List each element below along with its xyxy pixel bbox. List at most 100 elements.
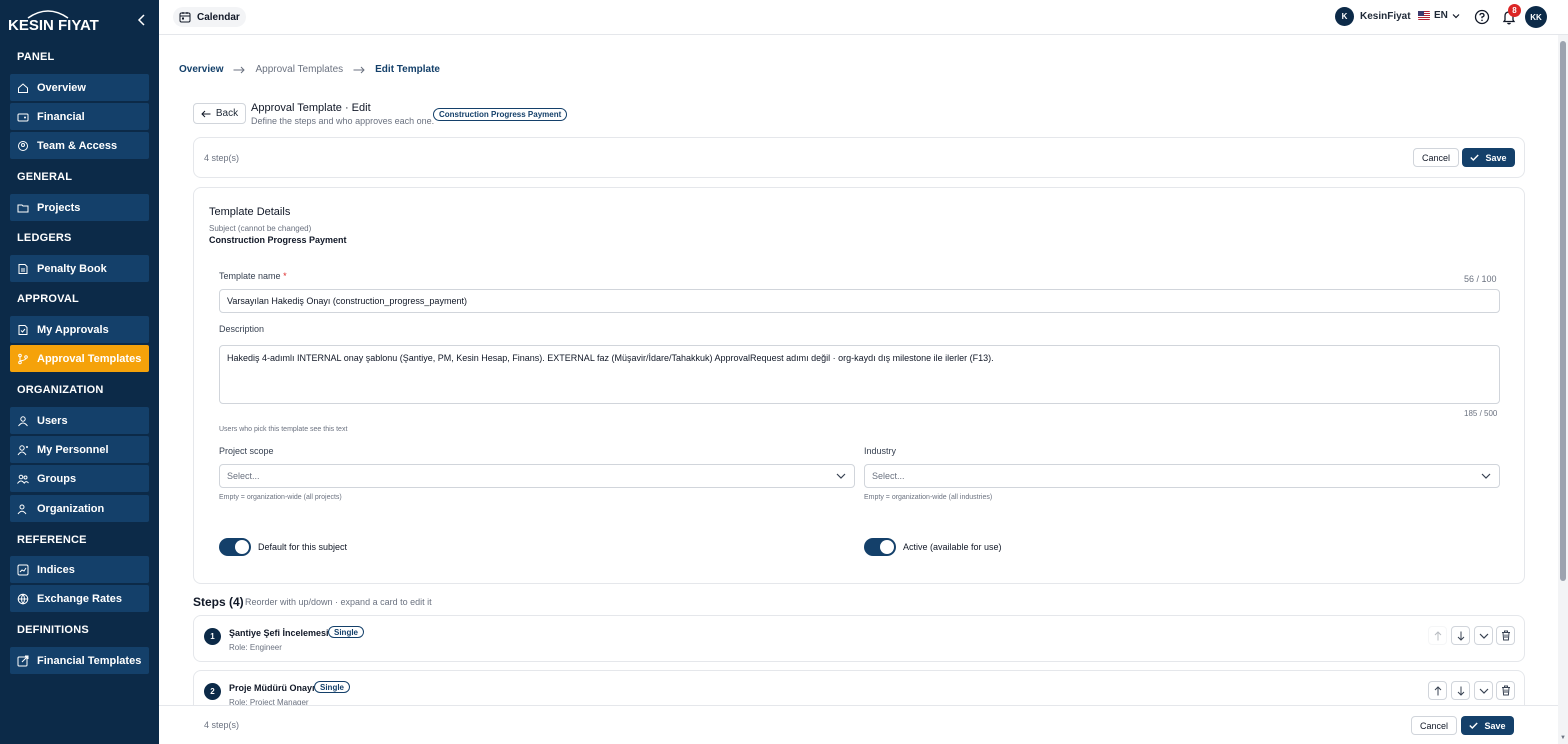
collapse-sidebar-icon[interactable] bbox=[134, 12, 148, 28]
user-menu[interactable]: K KesinFiyat bbox=[1335, 7, 1411, 26]
active-toggle[interactable] bbox=[864, 538, 896, 556]
cancel-button[interactable]: Cancel bbox=[1411, 716, 1457, 735]
team-icon bbox=[18, 140, 28, 151]
sidebar-item-my-personnel[interactable]: My Personnel bbox=[10, 436, 149, 463]
project-scope-placeholder: Select... bbox=[227, 471, 260, 481]
help-icon[interactable] bbox=[1474, 9, 1490, 28]
project-scope-hint: Empty = organization-wide (all projects) bbox=[219, 494, 342, 501]
sidebar-item-indices[interactable]: Indices bbox=[10, 556, 149, 583]
sidebar-item-label: Financial Templates bbox=[37, 654, 142, 667]
folder-icon bbox=[17, 204, 29, 212]
default-label: Default for this subject bbox=[258, 542, 348, 552]
approvals-icon bbox=[18, 324, 28, 335]
top-bar: Calendar K KesinFiyat EN 8 KK bbox=[159, 0, 1568, 35]
industry-placeholder: Select... bbox=[872, 471, 905, 481]
breadcrumb-edit-template: Edit Template bbox=[375, 64, 440, 75]
sidebar-item-projects[interactable]: Projects bbox=[10, 194, 149, 221]
org-avatar: K bbox=[1335, 7, 1354, 26]
move-down-button[interactable] bbox=[1451, 626, 1470, 645]
scroll-down-icon[interactable]: ▼ bbox=[1560, 735, 1566, 741]
arrow-right-icon bbox=[233, 66, 246, 73]
default-toggle[interactable] bbox=[219, 538, 251, 556]
expand-step-button[interactable] bbox=[1474, 681, 1493, 700]
sidebar-item-label: Organization bbox=[37, 502, 105, 515]
arrow-down-icon bbox=[1457, 631, 1464, 641]
template-name-input[interactable]: Varsayılan Hakediş Onayı (construction_p… bbox=[219, 289, 1500, 313]
sidebar-item-financial-templates[interactable]: Financial Templates bbox=[10, 647, 149, 674]
user-name: KesinFiyat bbox=[1360, 11, 1411, 22]
sidebar-item-label: My Personnel bbox=[37, 443, 109, 456]
save-button[interactable]: Save bbox=[1461, 716, 1514, 735]
chevron-down-icon bbox=[836, 473, 846, 479]
arrow-down-icon bbox=[1457, 686, 1464, 696]
description-textarea[interactable]: Hakediş 4-adımlı INTERNAL onay şablonu (… bbox=[219, 345, 1500, 404]
logo-mark-icon: KESIN FIYAT bbox=[8, 10, 99, 34]
section-label-general: GENERAL bbox=[17, 171, 73, 183]
sticky-action-bar: 4 step(s) Cancel Save bbox=[159, 705, 1558, 744]
description-hint: Users who pick this template see this te… bbox=[219, 426, 348, 433]
sidebar-item-approval-templates[interactable]: Approval Templates bbox=[10, 345, 149, 372]
page-title: Approval Template · Edit bbox=[251, 102, 371, 114]
sidebar-item-organization[interactable]: Organization bbox=[10, 495, 149, 522]
subject-value: Construction Progress Payment bbox=[209, 235, 347, 245]
avatar[interactable]: KK bbox=[1525, 6, 1547, 28]
notification-badge: 8 bbox=[1508, 4, 1521, 17]
trash-icon bbox=[1501, 685, 1510, 696]
branch-icon bbox=[18, 353, 28, 364]
page-scrollbar[interactable]: ▼ bbox=[1558, 35, 1568, 744]
cancel-button[interactable]: Cancel bbox=[1413, 148, 1459, 167]
sidebar-item-label: Overview bbox=[37, 81, 86, 94]
move-up-button[interactable] bbox=[1428, 681, 1447, 700]
sidebar-item-team-access[interactable]: Team & Access bbox=[10, 132, 149, 159]
arrow-up-icon bbox=[1434, 685, 1441, 695]
sidebar-item-financial[interactable]: Financial bbox=[10, 103, 149, 130]
language-selector[interactable]: EN bbox=[1418, 10, 1460, 21]
expand-step-button[interactable] bbox=[1474, 626, 1493, 645]
section-label-reference: REFERENCE bbox=[17, 534, 87, 546]
delete-step-button[interactable] bbox=[1496, 681, 1515, 700]
move-down-button[interactable] bbox=[1451, 681, 1470, 700]
industry-hint: Empty = organization-wide (all industrie… bbox=[864, 494, 993, 501]
chevron-down-icon bbox=[1452, 13, 1460, 18]
delete-step-button[interactable] bbox=[1496, 626, 1515, 645]
chevron-down-icon bbox=[1479, 633, 1488, 639]
project-scope-select[interactable]: Select... bbox=[219, 464, 855, 488]
scrollbar-thumb[interactable] bbox=[1560, 41, 1566, 581]
step-count: 4 step(s) bbox=[204, 720, 240, 730]
sidebar-item-label: Groups bbox=[37, 472, 77, 485]
save-button[interactable]: Save bbox=[1462, 148, 1515, 167]
back-button[interactable]: Back bbox=[193, 103, 246, 124]
sidebar-item-groups[interactable]: Groups bbox=[10, 465, 149, 492]
sidebar-item-label: Projects bbox=[37, 201, 81, 214]
sidebar-item-overview[interactable]: Overview bbox=[10, 74, 149, 101]
us-flag-icon bbox=[1418, 11, 1430, 20]
step-card[interactable]: 1 Şantiye Şefi İncelemesi Single Role: E… bbox=[193, 615, 1525, 662]
calendar-button[interactable]: Calendar bbox=[173, 7, 246, 27]
breadcrumb-approval-templates[interactable]: Approval Templates bbox=[255, 64, 343, 75]
sidebar-item-label: Approval Templates bbox=[37, 352, 142, 365]
globe-icon bbox=[17, 593, 29, 605]
app-logo[interactable]: KESIN FIYAT bbox=[8, 8, 126, 34]
calendar-label: Calendar bbox=[197, 11, 240, 23]
org-icon bbox=[17, 504, 27, 514]
sidebar-item-penalty-book[interactable]: Penalty Book bbox=[10, 255, 149, 282]
sidebar-item-label: Team & Access bbox=[37, 139, 118, 152]
chart-icon bbox=[17, 564, 29, 575]
section-label-approval: APPROVAL bbox=[17, 293, 79, 305]
move-up-button[interactable] bbox=[1428, 626, 1447, 645]
section-label-panel: PANEL bbox=[17, 51, 55, 63]
template-name-label-text: Template name bbox=[219, 271, 281, 281]
sidebar-item-my-approvals[interactable]: My Approvals bbox=[10, 316, 149, 343]
steps-hint: Reorder with up/down · expand a card to … bbox=[245, 597, 432, 607]
subject-label: Subject (cannot be changed) bbox=[209, 224, 312, 233]
arrow-right-icon bbox=[353, 66, 365, 73]
step-name: Proje Müdürü Onayı bbox=[229, 683, 315, 693]
industry-select[interactable]: Select... bbox=[864, 464, 1500, 488]
sidebar-item-users[interactable]: Users bbox=[10, 407, 149, 434]
sidebar-item-exchange-rates[interactable]: Exchange Rates bbox=[10, 585, 149, 612]
step-type-badge: Single bbox=[328, 626, 365, 638]
page-subtitle: Define the steps and who approves each o… bbox=[251, 116, 435, 126]
chevron-down-icon bbox=[1479, 688, 1488, 694]
save-label: Save bbox=[1485, 152, 1507, 163]
breadcrumb-overview[interactable]: Overview bbox=[179, 64, 223, 75]
